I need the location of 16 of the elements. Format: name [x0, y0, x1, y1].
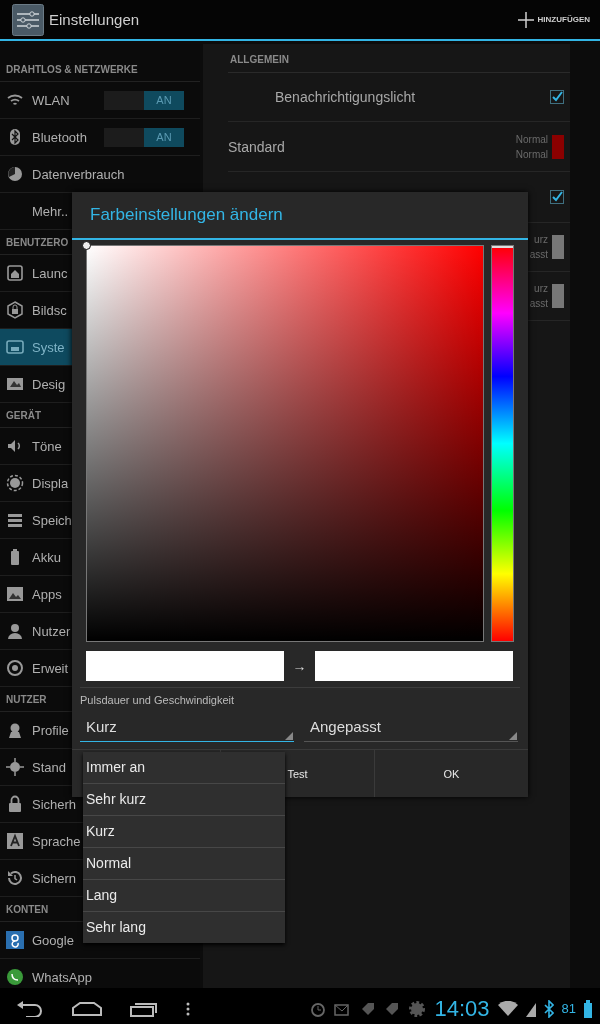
- summary-text: Normal: [515, 132, 548, 147]
- section-header: ALLGEMEIN: [228, 44, 570, 73]
- summary-text: urz: [534, 282, 548, 296]
- summary-text: asst: [529, 248, 548, 262]
- summary-text: urz: [534, 233, 548, 247]
- app-title: Einstellungen: [49, 11, 141, 28]
- toggle-thumb: AN: [144, 127, 184, 147]
- battery-percent: 81: [561, 1001, 576, 1016]
- dialog-title: Farbeinstellungen ändern: [72, 192, 528, 240]
- summary-text: asst: [529, 297, 548, 311]
- arrow-text: →: [291, 658, 308, 674]
- summary-text: Normal: [515, 147, 548, 162]
- toggle-thumb: AN: [144, 90, 184, 110]
- clock-time: 14:03: [434, 995, 490, 1022]
- preference-title: Benachrichtigungslicht: [274, 89, 417, 105]
- preference-title: Standard: [228, 138, 286, 155]
